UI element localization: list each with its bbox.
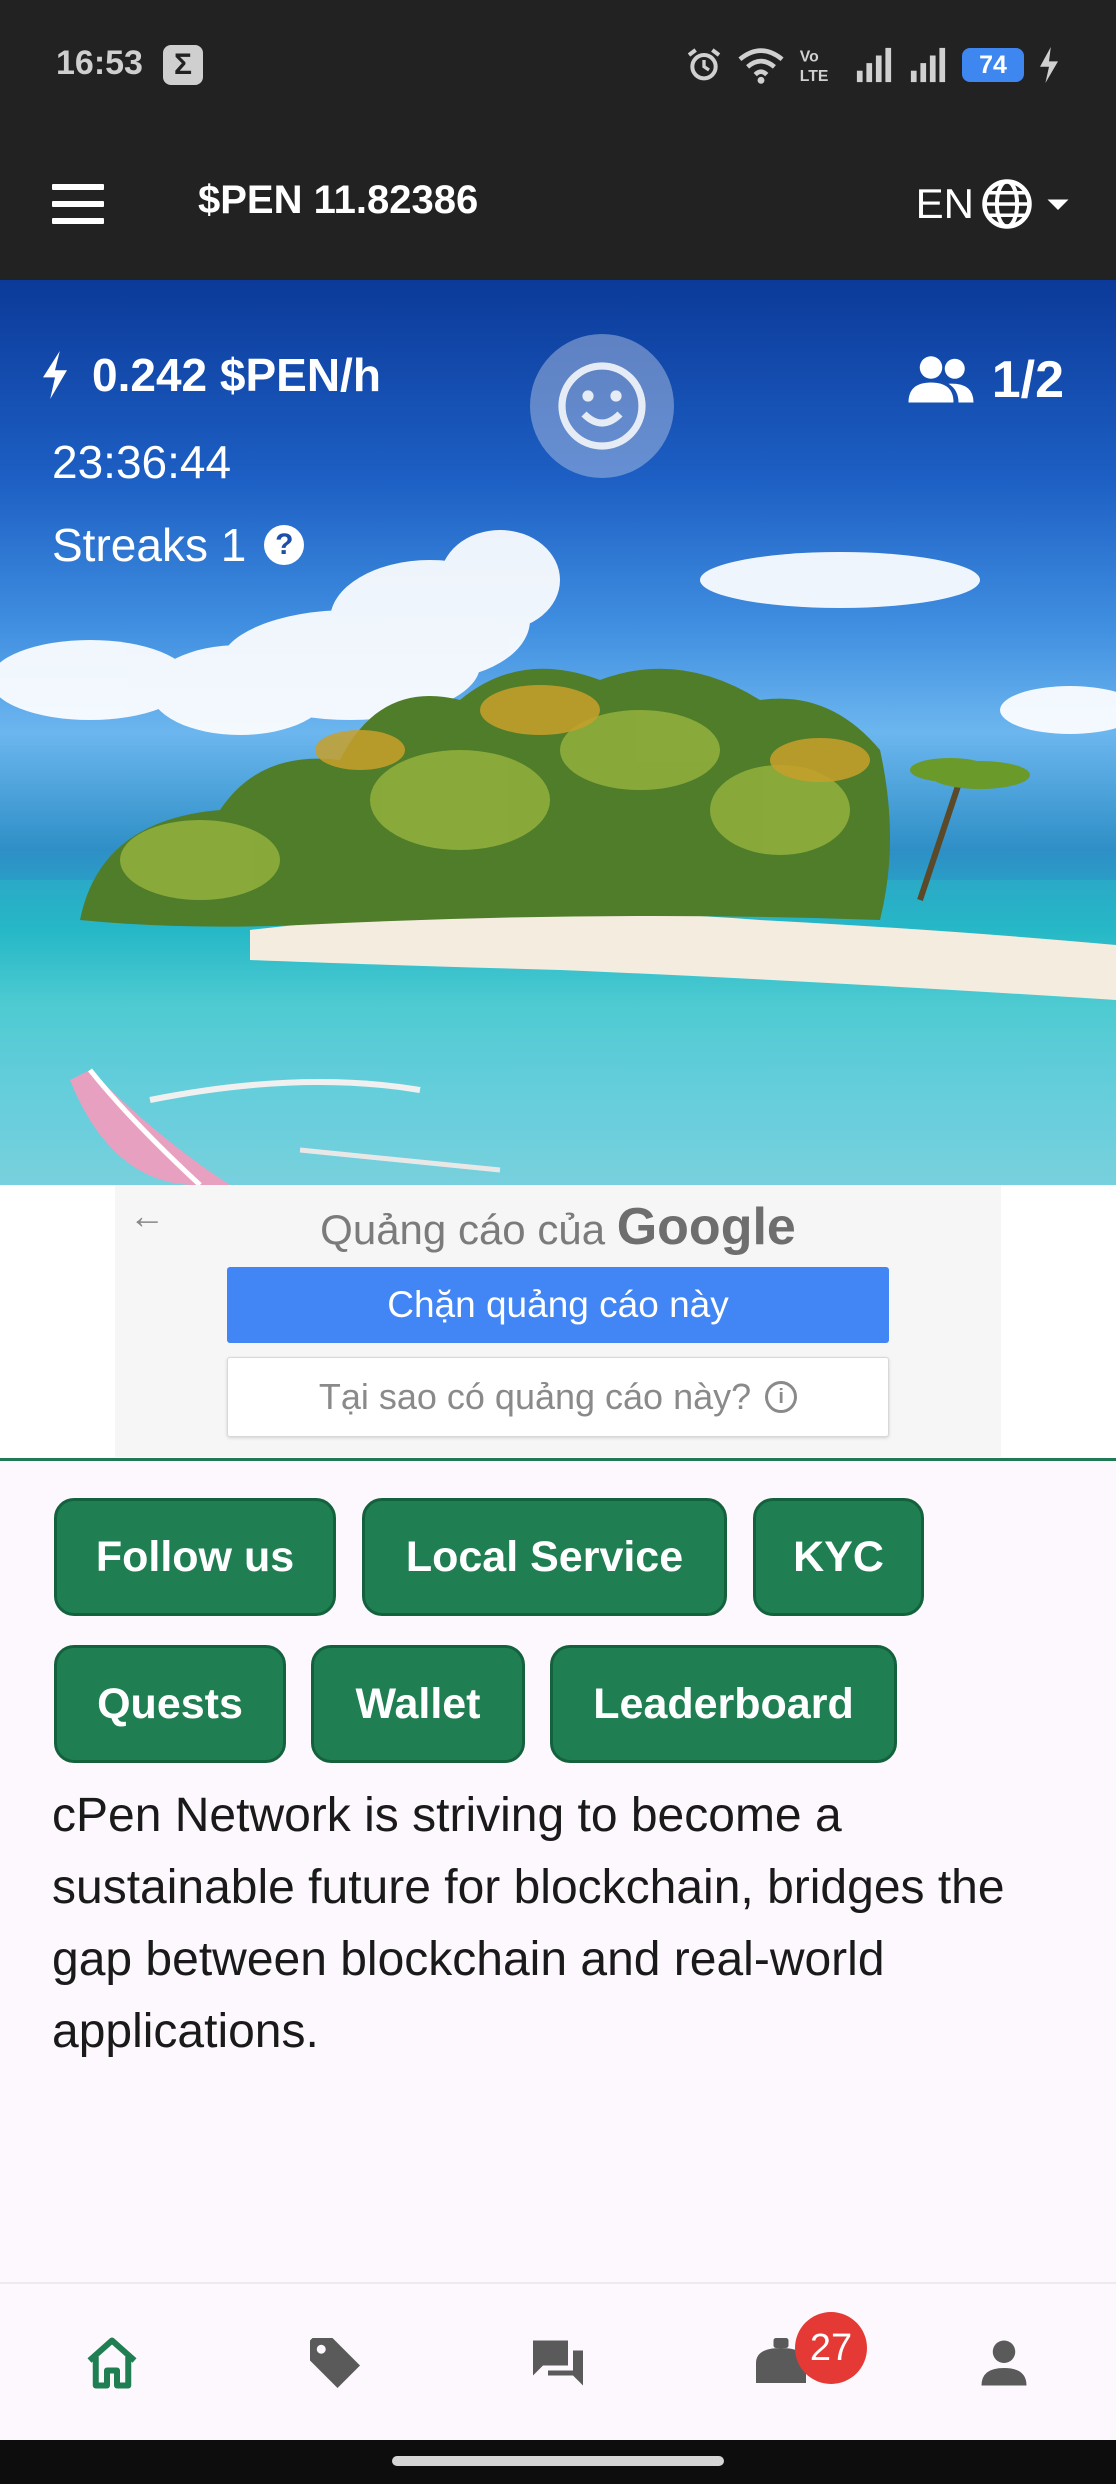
mining-rate-value: 0.242 $PEN/h xyxy=(92,349,381,401)
app-bar: $PEN 11.82386 EN xyxy=(0,130,1116,280)
wifi-icon xyxy=(738,48,784,84)
sigma-icon: Σ xyxy=(163,45,203,85)
nav-notifications[interactable]: 27 xyxy=(669,2284,892,2442)
globe-icon xyxy=(982,179,1032,229)
svg-text:Vo: Vo xyxy=(800,49,819,66)
local-service-button[interactable]: Local Service xyxy=(362,1498,727,1616)
nav-home[interactable] xyxy=(0,2284,223,2442)
home-gesture-handle[interactable] xyxy=(392,2456,724,2466)
mine-button[interactable] xyxy=(530,334,674,478)
balance-title: $PEN 11.82386 xyxy=(198,178,479,222)
streaks: Streaks 1 ? xyxy=(52,518,305,572)
ad-title: Quảng cáo của Google xyxy=(115,1197,1001,1257)
ad-area: ← Quảng cáo của Google Chặn quảng cáo nà… xyxy=(0,1185,1116,1460)
profile-icon xyxy=(981,2340,1026,2386)
alarm-icon xyxy=(687,48,721,81)
mining-rate: 0.242 $PEN/h xyxy=(40,348,381,402)
kyc-button[interactable]: KYC xyxy=(753,1498,924,1616)
help-icon[interactable]: ? xyxy=(264,525,305,565)
chat-icon xyxy=(532,2340,583,2386)
signal-icon xyxy=(910,47,946,83)
people-icon xyxy=(908,356,974,403)
language-selector[interactable]: EN xyxy=(916,174,1076,234)
gesture-bar xyxy=(0,2440,1116,2484)
home-icon xyxy=(87,2337,136,2389)
volte-icon: Vo LTE xyxy=(800,49,829,85)
divider xyxy=(0,1458,1116,1461)
description-text: cPen Network is striving to become a sus… xyxy=(52,1789,1005,2058)
nav-chat[interactable] xyxy=(446,2284,669,2442)
ad-title-brand: Google xyxy=(616,1198,796,1256)
notification-badge: 27 xyxy=(795,2312,867,2384)
mining-countdown: 23:36:44 xyxy=(52,436,232,488)
referrals-count: 1/2 xyxy=(991,351,1064,409)
tag-icon xyxy=(309,2338,360,2388)
svg-text:LTE: LTE xyxy=(800,68,829,85)
mining-hero: 0.242 $PEN/h 23:36:44 Streaks 1 ? 1/2 xyxy=(0,280,1116,1185)
ad-title-prefix: Quảng cáo của xyxy=(320,1206,606,1253)
status-bar: 16:53 Σ Vo LTE 74 xyxy=(0,0,1116,130)
status-icons: Vo LTE 74 xyxy=(684,40,1060,90)
battery-icon: 74 xyxy=(962,48,1024,82)
ad-box: ← Quảng cáo của Google Chặn quảng cáo nà… xyxy=(115,1185,1001,1457)
lightning-icon xyxy=(43,351,67,399)
status-time: 16:53 xyxy=(56,44,143,82)
smiley-icon xyxy=(558,362,646,450)
nav-profile[interactable] xyxy=(892,2284,1115,2442)
info-icon: i xyxy=(765,1381,798,1413)
block-ad-button[interactable]: Chặn quảng cáo này xyxy=(227,1267,889,1343)
menu-icon[interactable] xyxy=(48,178,108,230)
wallet-button[interactable]: Wallet xyxy=(311,1645,525,1763)
nav-deals[interactable] xyxy=(223,2284,446,2442)
charging-icon xyxy=(1040,47,1058,83)
follow-us-button[interactable]: Follow us xyxy=(54,1498,336,1616)
streaks-label: Streaks 1 xyxy=(52,519,247,571)
referrals[interactable]: 1/2 xyxy=(906,350,1064,410)
language-label: EN xyxy=(915,180,974,227)
chevron-down-icon xyxy=(1047,199,1069,210)
leaderboard-button[interactable]: Leaderboard xyxy=(550,1645,897,1763)
why-this-ad-label: Tại sao có quảng cáo này? xyxy=(318,1376,752,1417)
quests-button[interactable]: Quests xyxy=(54,1645,286,1763)
bottom-nav: 27 xyxy=(0,2282,1116,2440)
why-this-ad-button[interactable]: Tại sao có quảng cáo này? i xyxy=(227,1357,889,1437)
signal-icon xyxy=(856,47,892,83)
